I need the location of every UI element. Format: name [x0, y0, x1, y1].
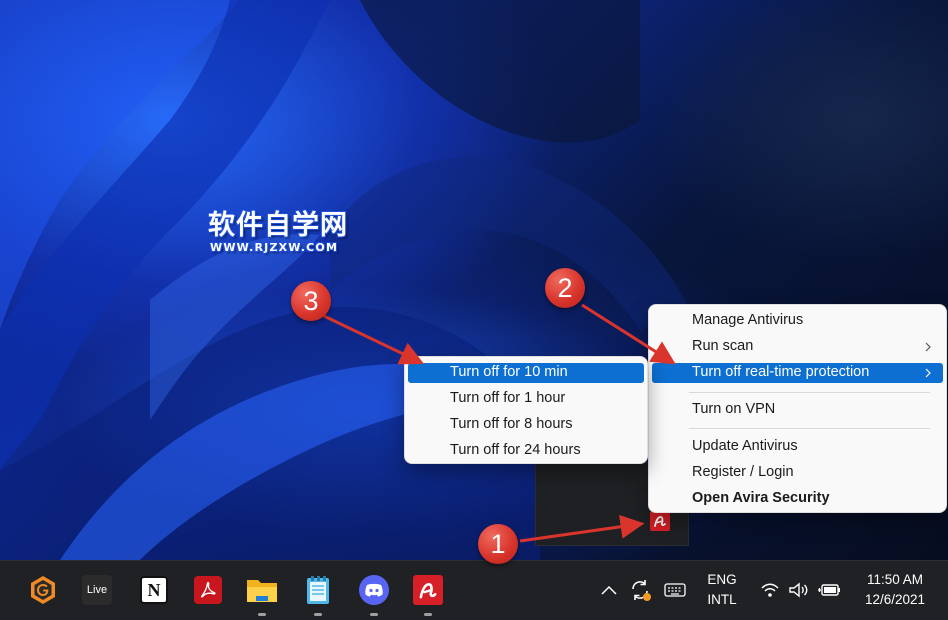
- taskbar-app-gigapixel[interactable]: [26, 573, 60, 607]
- wifi-icon[interactable]: [760, 581, 780, 599]
- watermark-url-text: WWW.RJZXW.COM: [210, 241, 339, 254]
- taskbar-app-discord[interactable]: [357, 573, 391, 616]
- language-indicator[interactable]: ENG INTL: [700, 570, 744, 610]
- avira-glyph-icon: [419, 582, 437, 599]
- menu-separator: [689, 392, 930, 393]
- menu-item-open-avira-security[interactable]: Open Avira Security: [652, 489, 943, 509]
- menu-item-label: Manage Antivirus: [692, 312, 804, 328]
- language-line-2: INTL: [707, 592, 737, 607]
- menu-item-register-login[interactable]: Register / Login: [652, 463, 943, 483]
- taskbar-app-notion[interactable]: N: [137, 573, 171, 607]
- menu-item-label: Update Antivirus: [692, 438, 798, 454]
- callout-1: 1: [478, 524, 518, 564]
- avira-tray-icon[interactable]: [650, 511, 670, 531]
- menu-item-turn-on-vpn[interactable]: Turn on VPN: [652, 400, 943, 420]
- submenu-item-label: Turn off for 8 hours: [450, 416, 573, 432]
- gigapixel-icon: [31, 576, 55, 604]
- sync-status-icon[interactable]: [628, 578, 652, 602]
- notion-icon: N: [140, 576, 168, 604]
- volume-icon[interactable]: [788, 581, 810, 599]
- acrobat-glyph-icon: [201, 581, 216, 598]
- live-icon: Live: [82, 575, 112, 605]
- taskbar-app-acrobat[interactable]: [191, 573, 225, 607]
- clock-date: 12/6/2021: [864, 592, 926, 607]
- menu-item-update-antivirus[interactable]: Update Antivirus: [652, 437, 943, 457]
- keyboard-icon[interactable]: [664, 582, 686, 598]
- taskbar-app-notepad[interactable]: [301, 573, 335, 616]
- chevron-right-icon: [925, 368, 931, 378]
- menu-separator: [689, 428, 930, 429]
- callout-2: 2: [545, 268, 585, 308]
- submenu-item-label: Turn off for 10 min: [450, 364, 568, 380]
- taskbar: Live N ENG INTL 11:50 AM 12/6/2021: [0, 560, 948, 620]
- menu-item-label: Run scan: [692, 338, 754, 354]
- menu-item-label: Turn on VPN: [692, 401, 776, 417]
- menu-item-label: Register / Login: [692, 464, 794, 480]
- folder-icon: [247, 580, 277, 602]
- watermark-chinese-text: 软件自学网: [208, 210, 348, 241]
- avira-context-menu: Manage Antivirus Run scan Turn off real-…: [648, 304, 947, 513]
- live-icon-label: Live: [86, 584, 108, 596]
- taskbar-app-avira[interactable]: [411, 573, 445, 616]
- running-indicator: [258, 613, 266, 616]
- chevron-up-icon[interactable]: [600, 583, 618, 597]
- submenu-item-8-hours[interactable]: Turn off for 8 hours: [408, 415, 644, 435]
- clock-time: 11:50 AM: [866, 572, 924, 587]
- submenu-item-24-hours[interactable]: Turn off for 24 hours: [408, 441, 644, 461]
- menu-item-run-scan[interactable]: Run scan: [652, 337, 943, 357]
- chevron-right-icon: [925, 342, 931, 352]
- menu-item-manage-antivirus[interactable]: Manage Antivirus: [652, 311, 943, 331]
- avira-logo-icon: [654, 516, 666, 527]
- taskbar-app-file-explorer[interactable]: [245, 573, 279, 616]
- discord-glyph-icon: [365, 583, 383, 597]
- submenu-item-10-min[interactable]: Turn off for 10 min: [408, 363, 644, 383]
- protection-submenu: Turn off for 10 min Turn off for 1 hour …: [404, 356, 648, 464]
- callout-3: 3: [291, 281, 331, 321]
- clock[interactable]: 11:50 AM 12/6/2021: [850, 570, 940, 610]
- watermark: 软件自学网 WWW.RJZXW.COM: [208, 210, 348, 254]
- avira-icon: [413, 575, 443, 605]
- notepad-icon: [307, 576, 329, 604]
- submenu-item-label: Turn off for 24 hours: [450, 442, 581, 458]
- menu-item-label: Turn off real-time protection: [692, 364, 870, 380]
- battery-charging-icon[interactable]: [817, 581, 841, 599]
- running-indicator: [424, 613, 432, 616]
- sync-icon: [632, 580, 651, 601]
- discord-icon: [359, 575, 389, 605]
- submenu-item-1-hour[interactable]: Turn off for 1 hour: [408, 389, 644, 409]
- notion-icon-label: N: [147, 579, 161, 600]
- taskbar-app-live[interactable]: Live: [80, 573, 114, 607]
- running-indicator: [370, 613, 378, 616]
- menu-item-turn-off-realtime-protection[interactable]: Turn off real-time protection: [652, 363, 943, 383]
- language-line-1: ENG: [707, 572, 737, 587]
- menu-item-label: Open Avira Security: [692, 490, 830, 506]
- acrobat-icon: [194, 576, 222, 604]
- running-indicator: [314, 613, 322, 616]
- submenu-item-label: Turn off for 1 hour: [450, 390, 566, 406]
